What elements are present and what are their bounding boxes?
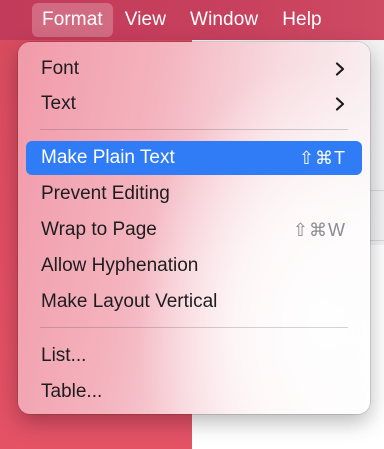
- menu-item-label: Prevent Editing: [41, 183, 170, 204]
- menubar-help[interactable]: Help: [272, 3, 331, 37]
- menu-item-label: Make Layout Vertical: [41, 291, 218, 312]
- menu-item-wrap-to-page[interactable]: Wrap to Page ⇧⌘W: [26, 213, 362, 247]
- menu-item-label: Table...: [41, 381, 103, 402]
- menubar-window[interactable]: Window: [180, 3, 268, 37]
- menu-separator: [40, 129, 348, 130]
- menu-item-make-plain-text[interactable]: Make Plain Text ⇧⌘T: [26, 141, 362, 175]
- menu-item-label: Wrap to Page: [41, 219, 157, 240]
- menu-item-label: Font: [41, 58, 80, 79]
- menu-item-allow-hyphenation[interactable]: Allow Hyphenation: [26, 249, 362, 283]
- menubar-format[interactable]: Format: [32, 3, 113, 37]
- menu-bar: Format View Window Help: [0, 0, 384, 40]
- menubar-view[interactable]: View: [115, 3, 176, 37]
- menu-item-table[interactable]: Table...: [26, 375, 362, 409]
- menu-item-shortcut: ⇧⌘W: [292, 219, 346, 240]
- chevron-right-icon: [335, 62, 345, 76]
- format-menu: Font Text Make Plain Text ⇧⌘T Prevent Ed…: [18, 42, 370, 414]
- menu-separator: [40, 327, 348, 328]
- menu-item-prevent-editing[interactable]: Prevent Editing: [26, 177, 362, 211]
- menu-item-make-layout-vertical[interactable]: Make Layout Vertical: [26, 285, 362, 319]
- menu-item-label: List...: [41, 345, 87, 366]
- menu-item-text[interactable]: Text: [26, 87, 362, 121]
- menu-item-label: Make Plain Text: [41, 147, 175, 168]
- chevron-right-icon: [335, 97, 345, 111]
- menu-item-list[interactable]: List...: [26, 339, 362, 373]
- menu-item-label: Allow Hyphenation: [41, 255, 199, 276]
- menu-item-font[interactable]: Font: [26, 52, 362, 86]
- menu-item-shortcut: ⇧⌘T: [298, 147, 346, 168]
- menu-item-label: Text: [41, 93, 76, 114]
